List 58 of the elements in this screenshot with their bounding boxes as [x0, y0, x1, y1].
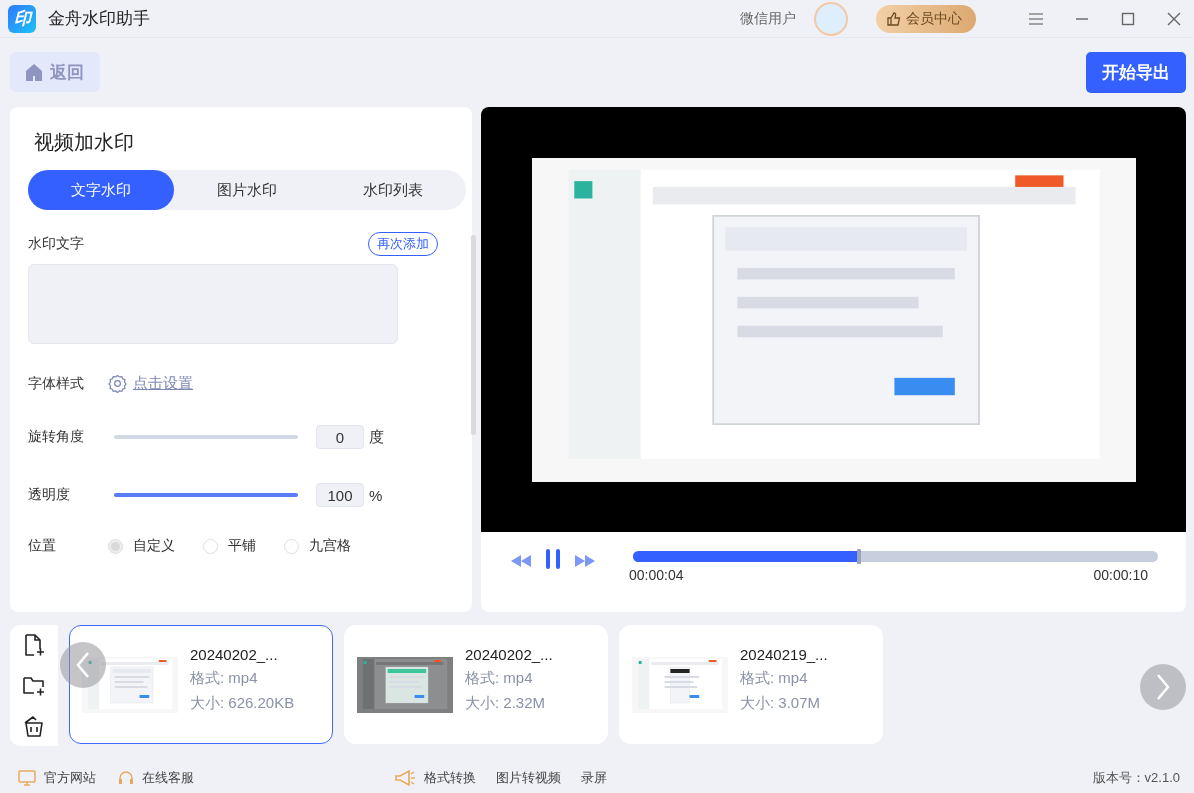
- file-card[interactable]: 20240202_... 格式: mp4 大小: 2.32M: [344, 625, 608, 744]
- footer-link[interactable]: 在线客服: [142, 769, 194, 787]
- file-format: 格式: mp4: [190, 669, 259, 688]
- field-label: 旋转角度: [28, 428, 85, 446]
- monitor-icon: [18, 770, 36, 786]
- megaphone-icon: [394, 769, 416, 787]
- tool-link[interactable]: 格式转换: [424, 769, 476, 787]
- file-format: 格式: mp4: [465, 669, 534, 688]
- radio-option[interactable]: 平铺: [203, 537, 256, 555]
- pause-icon[interactable]: [545, 549, 561, 569]
- file-size: 大小: 3.07M: [740, 694, 822, 713]
- number-field[interactable]: 0: [316, 425, 364, 449]
- version-label: 版本号：v2.1.0: [1092, 769, 1180, 787]
- file-size: 大小: 2.32M: [465, 694, 547, 713]
- settings-link[interactable]: 点击设置: [133, 374, 193, 393]
- app-title: 金舟水印助手: [48, 8, 150, 30]
- user-name[interactable]: 微信用户: [740, 9, 796, 28]
- file-format: 格式: mp4: [740, 669, 809, 688]
- file-size: 大小: 626.20KB: [190, 694, 295, 713]
- progress-bar[interactable]: [633, 551, 1158, 562]
- field-label: 位置: [28, 537, 57, 555]
- thumbs-up-icon: [886, 10, 902, 27]
- watermark-text-field[interactable]: [28, 264, 398, 344]
- scrollbar[interactable]: [471, 235, 476, 435]
- tool-link[interactable]: 图片转视频: [496, 769, 561, 787]
- rewind-icon[interactable]: [511, 555, 531, 567]
- slider[interactable]: [114, 435, 298, 439]
- field-label: 字体样式: [28, 374, 85, 393]
- file-name: 20240202_...: [465, 646, 553, 663]
- unit-label: 度: [369, 427, 384, 447]
- tab[interactable]: 图片水印: [174, 170, 320, 210]
- number-field[interactable]: 100: [316, 483, 364, 507]
- trash-icon[interactable]: [22, 713, 46, 738]
- add-again-button[interactable]: 再次添加: [368, 232, 438, 256]
- file-card[interactable]: 20240202_... 格式: mp4 大小: 626.20KB: [69, 625, 333, 744]
- file-name: 20240202_...: [190, 646, 279, 663]
- total-time: 00:00:10: [1093, 567, 1148, 583]
- field-label: 水印文字: [28, 235, 84, 253]
- file-card[interactable]: 20240219_... 格式: mp4 大小: 3.07M: [619, 625, 883, 744]
- vip-center-button[interactable]: 会员中心: [876, 4, 976, 33]
- tab[interactable]: 水印列表: [320, 170, 466, 210]
- field-label: 透明度: [28, 486, 71, 504]
- settings-icon[interactable]: [108, 374, 127, 393]
- fast-forward-icon[interactable]: [575, 555, 595, 567]
- radio-option[interactable]: 九宫格: [284, 537, 351, 555]
- tool-link[interactable]: 录屏: [581, 769, 607, 787]
- slider[interactable]: [114, 493, 298, 497]
- panel-title: 视频加水印: [34, 130, 134, 155]
- file-name: 20240219_...: [740, 646, 828, 663]
- export-button[interactable]: 开始导出: [1086, 52, 1186, 93]
- current-time: 00:00:04: [629, 567, 684, 583]
- footer-link[interactable]: 官方网站: [44, 769, 96, 787]
- add-file-icon[interactable]: [22, 633, 46, 658]
- home-icon: [26, 63, 42, 81]
- app-logo: 印: [8, 4, 36, 33]
- unit-label: %: [369, 486, 383, 504]
- tab[interactable]: 文字水印: [28, 170, 174, 210]
- headset-icon: [118, 770, 134, 786]
